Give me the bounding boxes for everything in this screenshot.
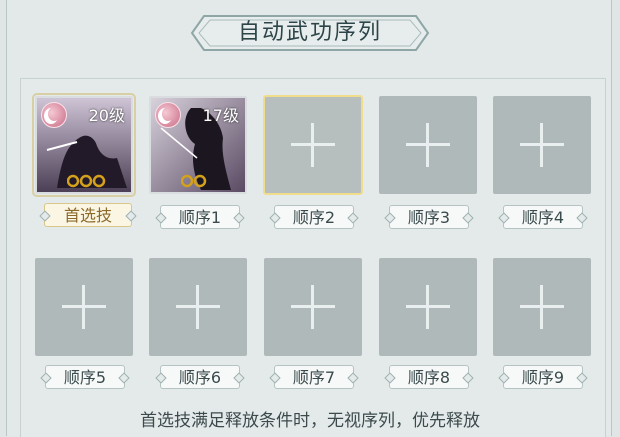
slot-label-5: 顺序5: [45, 365, 125, 389]
page-title: 自动武功序列: [237, 20, 382, 45]
slot-label-1: 顺序1: [160, 205, 240, 229]
empty-slot-8[interactable]: [379, 258, 477, 356]
slot-label-2: 顺序2: [274, 205, 354, 229]
slot-label-8: 顺序8: [389, 365, 469, 389]
footer-hint: 首选技满足释放条件时，无视序列，优先释放: [140, 411, 480, 431]
sect-emblem-icon: [155, 102, 181, 128]
skill-slot-first[interactable]: 20级: [32, 93, 136, 197]
sect-emblem-icon: [41, 102, 67, 128]
skill-level: 20级: [88, 106, 125, 125]
empty-slot-9[interactable]: [493, 258, 591, 356]
empty-slot-7[interactable]: [264, 258, 362, 356]
empty-slot-5[interactable]: [35, 258, 133, 356]
slot-label-9: 顺序9: [503, 365, 583, 389]
slot-label-6: 顺序6: [160, 365, 240, 389]
empty-slot-3[interactable]: [379, 96, 477, 194]
star-rank-icon: [67, 174, 106, 188]
empty-slot-6[interactable]: [149, 258, 247, 356]
empty-slot-4[interactable]: [493, 96, 591, 194]
skill-level: 17级: [202, 106, 239, 125]
star-rank-icon: [181, 174, 207, 188]
slot-label-3: 顺序3: [389, 205, 469, 229]
slot-label-4: 顺序4: [503, 205, 583, 229]
skill-slot-1[interactable]: 17级: [149, 96, 247, 194]
slot-label-first: 首选技: [44, 203, 132, 227]
empty-slot-2[interactable]: [263, 95, 363, 195]
title-plate: 自动武功序列: [190, 14, 430, 52]
slot-label-7: 顺序7: [274, 365, 354, 389]
